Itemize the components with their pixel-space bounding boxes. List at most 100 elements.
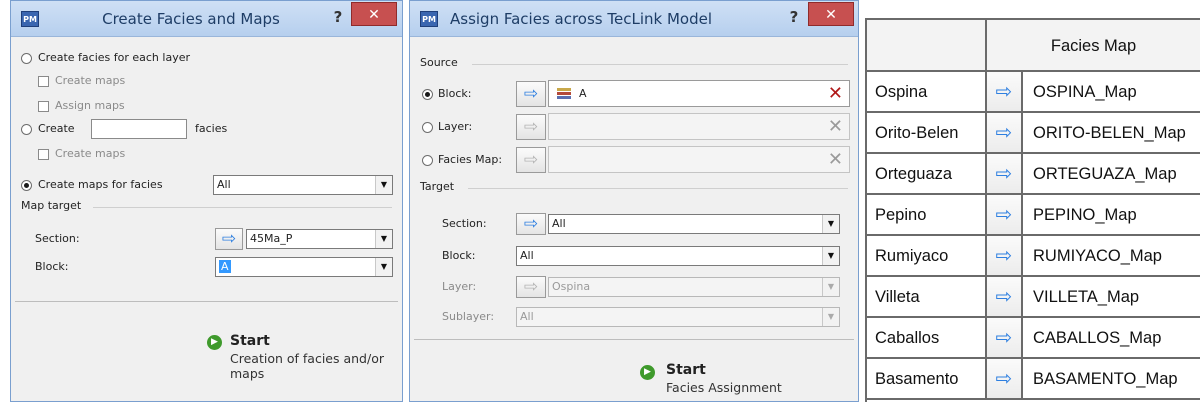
source-block-pick-button[interactable]: ⇨ bbox=[516, 81, 546, 107]
source-block-label: Block: bbox=[438, 87, 472, 100]
radio-maps-for-facies[interactable] bbox=[21, 180, 32, 191]
target-section-row: Section: ⇨ All ▼ bbox=[410, 213, 858, 235]
radio-source-layer[interactable] bbox=[422, 122, 433, 133]
target-sublayer-label: Sublayer: bbox=[442, 310, 495, 323]
maps-for-facies-select[interactable]: All ▼ bbox=[213, 175, 393, 195]
maps-for-facies-value: All bbox=[217, 178, 231, 191]
dialog-title: Create Facies and Maps bbox=[102, 10, 280, 28]
target-header: Target bbox=[420, 180, 455, 193]
create-maps-check-row-2[interactable]: Create maps bbox=[11, 143, 402, 165]
target-sublayer-row: Sublayer: All ▼ bbox=[410, 306, 858, 328]
clear-block-icon[interactable]: ✕ bbox=[828, 81, 843, 106]
block-select[interactable]: A ▼ bbox=[215, 257, 393, 277]
assign-map-button[interactable]: ⇨ bbox=[987, 195, 1023, 236]
start-label: Start bbox=[666, 362, 706, 378]
facies-map-cell: RUMIYACO_Map bbox=[1023, 236, 1200, 277]
map-target-header: Map target bbox=[21, 199, 82, 212]
radio-source-block[interactable] bbox=[422, 89, 433, 100]
chevron-down-icon[interactable]: ▼ bbox=[822, 215, 839, 233]
right-arrow-icon: ⇨ bbox=[523, 214, 539, 234]
dialog-title: Assign Facies across TecLink Model bbox=[450, 10, 712, 28]
target-sublayer-select[interactable]: All ▼ bbox=[516, 307, 840, 327]
right-arrow-icon: ⇨ bbox=[995, 120, 1013, 144]
facies-name-cell: Pepino bbox=[867, 195, 987, 236]
source-facies-map-field[interactable]: ✕ bbox=[548, 146, 850, 173]
assign-maps-check-row[interactable]: Assign maps bbox=[11, 95, 402, 117]
assign-map-button[interactable]: ⇨ bbox=[987, 277, 1023, 318]
target-layer-label: Layer: bbox=[442, 280, 477, 293]
target-section-pick-button[interactable]: ⇨ bbox=[516, 213, 546, 235]
section-value: 45Ma_P bbox=[250, 232, 293, 245]
section-label: Section: bbox=[35, 232, 80, 245]
target-layer-value: Ospina bbox=[552, 280, 591, 293]
chevron-down-icon[interactable]: ▼ bbox=[375, 176, 392, 194]
target-block-select[interactable]: All ▼ bbox=[516, 246, 840, 266]
source-facies-map-pick-button[interactable]: ⇨ bbox=[516, 147, 546, 173]
target-layer-pick-button[interactable]: ⇨ bbox=[516, 276, 546, 298]
radio-each-layer[interactable] bbox=[21, 53, 32, 64]
green-play-icon: ▶ bbox=[640, 365, 655, 380]
clear-facies-map-icon[interactable]: ✕ bbox=[828, 147, 843, 172]
source-layer-pick-button[interactable]: ⇨ bbox=[516, 114, 546, 140]
facies-map-table: Facies Map Ospina ⇨ OSPINA_Map Orito-Belen ⇨… bbox=[865, 18, 1200, 402]
facies-name-cell: Rumiyaco bbox=[867, 236, 987, 277]
option-maps-for-facies[interactable]: Create maps for facies All ▼ bbox=[11, 174, 402, 196]
help-button[interactable]: ? bbox=[326, 7, 350, 27]
create-maps-checkbox-2[interactable] bbox=[38, 149, 49, 160]
section-pick-button[interactable]: ⇨ bbox=[215, 228, 243, 250]
chevron-down-icon[interactable]: ▼ bbox=[822, 247, 839, 265]
bottom-divider bbox=[414, 339, 854, 340]
close-button[interactable]: ✕ bbox=[351, 2, 397, 26]
assign-map-button[interactable]: ⇨ bbox=[987, 72, 1023, 113]
app-icon: PM bbox=[420, 11, 438, 27]
source-layer-field[interactable]: ✕ bbox=[548, 113, 850, 140]
chevron-down-icon[interactable]: ▼ bbox=[375, 258, 392, 276]
right-arrow-icon: ⇨ bbox=[221, 229, 237, 249]
chevron-down-icon[interactable]: ▼ bbox=[822, 308, 839, 326]
layers-icon bbox=[557, 88, 571, 99]
start-label: Start bbox=[230, 333, 270, 349]
table-corner-cell bbox=[867, 20, 987, 72]
assign-map-button[interactable]: ⇨ bbox=[987, 236, 1023, 277]
target-layer-select[interactable]: Ospina ▼ bbox=[548, 277, 840, 297]
radio-create-n[interactable] bbox=[21, 124, 32, 135]
section-select[interactable]: 45Ma_P ▼ bbox=[246, 229, 393, 249]
target-sublayer-value: All bbox=[520, 310, 534, 323]
assign-maps-checkbox[interactable] bbox=[38, 101, 49, 112]
assign-map-button[interactable]: ⇨ bbox=[987, 113, 1023, 154]
close-button[interactable]: ✕ bbox=[808, 2, 854, 26]
target-layer-row: Layer: ⇨ Ospina ▼ bbox=[410, 276, 858, 298]
source-layer-row: Layer: ⇨ ✕ bbox=[410, 113, 858, 140]
assign-map-button[interactable]: ⇨ bbox=[987, 154, 1023, 195]
chevron-down-icon[interactable]: ▼ bbox=[375, 230, 392, 248]
target-block-row: Block: All ▼ bbox=[410, 245, 858, 267]
facies-name-cell: Ospina bbox=[867, 72, 987, 113]
facies-count-input[interactable] bbox=[91, 119, 187, 139]
facies-map-cell: PEPINO_Map bbox=[1023, 195, 1200, 236]
bottom-divider bbox=[15, 301, 398, 302]
facies-map-cell: OSPINA_Map bbox=[1023, 72, 1200, 113]
clear-layer-icon[interactable]: ✕ bbox=[828, 114, 843, 139]
facies-name-cell: Villeta bbox=[867, 277, 987, 318]
assign-map-button[interactable]: ⇨ bbox=[987, 318, 1023, 359]
create-maps-label-2: Create maps bbox=[55, 147, 126, 160]
radio-source-facies-map[interactable] bbox=[422, 155, 433, 166]
create-maps-check-row-1[interactable]: Create maps bbox=[11, 70, 402, 92]
option-create-n[interactable]: Create facies bbox=[11, 118, 402, 140]
block-label: Block: bbox=[35, 260, 69, 273]
source-facies-map-label: Facies Map: bbox=[438, 153, 503, 166]
create-maps-label-1: Create maps bbox=[55, 74, 126, 87]
help-button[interactable]: ? bbox=[782, 7, 806, 27]
create-maps-checkbox-1[interactable] bbox=[38, 76, 49, 87]
assign-map-button[interactable]: ⇨ bbox=[987, 359, 1023, 400]
block-row: Block: A ▼ bbox=[11, 256, 402, 278]
option-each-layer[interactable]: Create facies for each layer bbox=[11, 47, 402, 69]
facies-map-cell: CABALLOS_Map bbox=[1023, 318, 1200, 359]
facies-name-cell: Caballos bbox=[867, 318, 987, 359]
chevron-down-icon[interactable]: ▼ bbox=[822, 278, 839, 296]
target-section-select[interactable]: All ▼ bbox=[548, 214, 840, 234]
target-block-value: All bbox=[520, 249, 534, 262]
right-arrow-icon: ⇨ bbox=[523, 277, 539, 297]
right-arrow-icon: ⇨ bbox=[995, 79, 1013, 103]
source-block-field[interactable]: A ✕ bbox=[548, 80, 850, 107]
